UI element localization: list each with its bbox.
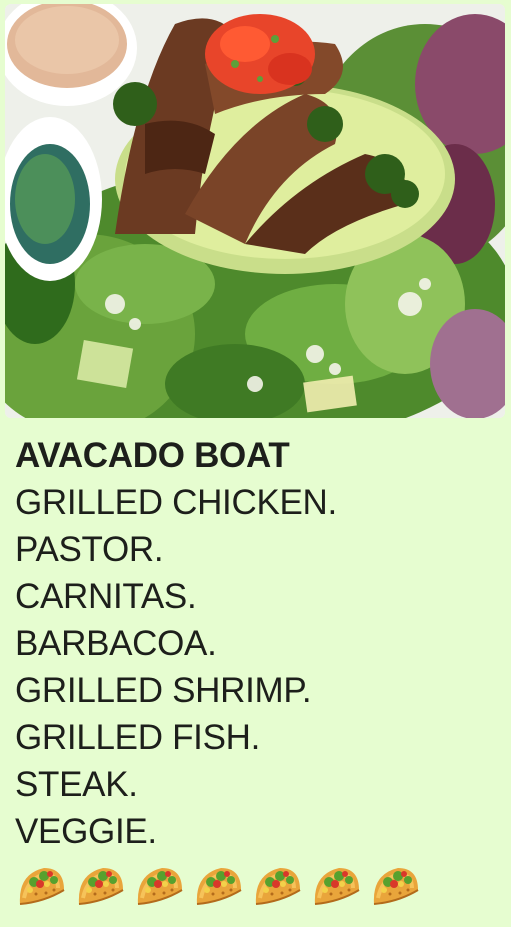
menu-item-steak: STEAK. [15, 765, 138, 804]
menu-item-barbacoa: BARBACOA. [15, 624, 217, 663]
taco-icon [196, 868, 242, 905]
menu-card: AVACADO BOAT GRILLED CHICKEN. PASTOR. CA… [0, 0, 511, 927]
menu-item-grilled-chicken: GRILLED CHICKEN. [15, 483, 337, 522]
menu-item-pastor: PASTOR. [15, 530, 164, 569]
taco-icon [255, 868, 301, 905]
menu-section: AVACADO BOAT GRILLED CHICKEN. PASTOR. CA… [15, 432, 505, 855]
taco-emoji-row [14, 860, 422, 916]
taco-icon [137, 868, 183, 905]
menu-title: AVACADO BOAT [15, 436, 290, 475]
menu-item-grilled-fish: GRILLED FISH. [15, 718, 261, 757]
avocado-boat-photo [5, 4, 505, 418]
menu-item-carnitas: CARNITAS. [15, 577, 197, 616]
menu-options-list: GRILLED CHICKEN. PASTOR. CARNITAS. BARBA… [15, 479, 505, 855]
taco-icon [19, 868, 65, 905]
menu-item-grilled-shrimp: GRILLED SHRIMP. [15, 671, 312, 710]
taco-icon [78, 868, 124, 905]
menu-item-veggie: VEGGIE. [15, 812, 157, 851]
taco-icon [373, 868, 419, 905]
taco-icon [314, 868, 360, 905]
